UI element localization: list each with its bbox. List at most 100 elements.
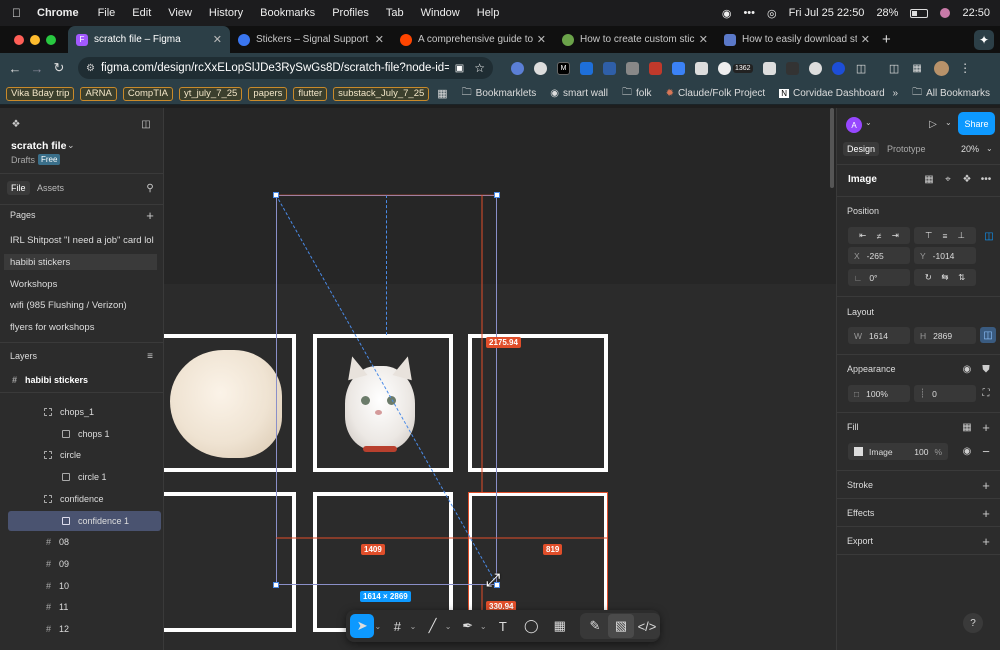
present-play-icon[interactable]: ▷ [925, 116, 941, 132]
user-avatar[interactable]: A [846, 117, 862, 133]
menu-window[interactable]: Window [421, 7, 460, 19]
chevron-down-icon[interactable]: ⌄ [445, 622, 452, 631]
bookmark-folder[interactable]: N Corvidae Dashboard [779, 88, 885, 99]
battery-icon[interactable] [910, 8, 929, 18]
menu-view[interactable]: View [168, 7, 192, 19]
line-tool-icon[interactable]: ╱ [420, 614, 444, 638]
bookmark-tag[interactable]: flutter [293, 86, 328, 101]
extension-icon[interactable] [695, 61, 708, 75]
add-export-icon[interactable]: + [978, 533, 994, 549]
figma-canvas[interactable]: 2175.94 1409 819 330.94 1614 × 2869 ⤢ [164, 108, 836, 650]
constraints-icon[interactable]: ◫ [981, 228, 997, 244]
align-bottom-icon[interactable]: ⊥ [958, 230, 965, 241]
fill-row[interactable]: Image 100 % [848, 443, 948, 460]
flip-vertical-icon[interactable]: ⇅ [958, 272, 965, 283]
menu-edit[interactable]: Edit [132, 7, 151, 19]
align-right-icon[interactable]: ⇥ [892, 230, 899, 241]
resize-handle[interactable] [273, 582, 279, 588]
collapse-layers-icon[interactable]: ≡ [142, 348, 158, 364]
chevron-down-icon[interactable]: ⌄ [986, 144, 993, 153]
bookmark-tag[interactable]: papers [248, 86, 288, 101]
flip-horizontal-icon[interactable]: ⇆ [941, 272, 948, 283]
profile-avatar-icon[interactable] [933, 60, 949, 76]
y-field[interactable]: Y -1014 [914, 247, 976, 264]
page-item[interactable]: IRL Shitpost "I need a job" card lol [10, 232, 157, 248]
tab-design[interactable]: Design [843, 142, 880, 156]
layer-row[interactable]: chops 1 [8, 424, 163, 444]
menu-help[interactable]: Help [477, 7, 500, 19]
chevron-down-icon[interactable]: ⌄ [410, 622, 417, 631]
opacity-field[interactable]: □ 100% [848, 385, 910, 402]
close-tab-icon[interactable]: ✕ [861, 33, 870, 46]
align-middle-icon[interactable]: ≡ [943, 231, 948, 241]
bookmark-star-icon[interactable]: ☆ [474, 61, 485, 75]
menu-profiles[interactable]: Profiles [332, 7, 369, 19]
stroke-title[interactable]: Stroke [847, 480, 873, 490]
extension-icon[interactable] [672, 61, 685, 75]
extension-icon[interactable] [626, 61, 639, 75]
medium-extension-icon[interactable]: M [557, 61, 570, 75]
menu-file[interactable]: File [98, 7, 116, 19]
layer-row[interactable]: #10 [8, 576, 163, 596]
all-bookmarks[interactable]: 🗀 All Bookmarks [912, 85, 990, 102]
align-left-icon[interactable]: ⇤ [859, 230, 866, 241]
frame-tool-icon[interactable]: # [385, 614, 409, 638]
menu-bookmarks[interactable]: Bookmarks [260, 7, 315, 19]
menu-tab[interactable]: Tab [386, 7, 404, 19]
move-tool-icon[interactable]: ➤ [350, 614, 375, 638]
component-icon[interactable]: ❖ [959, 171, 975, 187]
extension-icon[interactable] [603, 61, 616, 75]
align-center-icon[interactable]: ≠ [877, 231, 882, 241]
remove-fill-icon[interactable]: − [978, 443, 994, 459]
bookmark-tag[interactable]: substack_July_7_25 [333, 86, 430, 101]
layer-row[interactable]: #11 [8, 597, 163, 617]
layer-row[interactable]: #12 [8, 619, 163, 639]
menu-app-name[interactable]: Chrome [37, 7, 79, 19]
layer-row[interactable]: circle 1 [8, 467, 163, 487]
tab-download-sticker[interactable]: How to easily download stick ✕ [716, 26, 878, 53]
add-stroke-icon[interactable]: + [978, 477, 994, 493]
search-icon[interactable]: ⚲ [142, 180, 158, 196]
tab-reddit[interactable]: A comprehensive guide to fin ✕ [392, 26, 554, 53]
layer-row[interactable]: confidence [8, 489, 163, 509]
install-app-icon[interactable]: ▣ [455, 63, 464, 74]
bookmark-folder[interactable]: ◉ smart wall [550, 88, 608, 99]
bookmark-folder[interactable]: 🗀 Bookmarklets [462, 85, 537, 102]
add-page-icon[interactable]: + [142, 207, 158, 223]
puzzle-extensions-icon[interactable]: ◫ [855, 62, 868, 75]
chevron-down-icon[interactable]: ⌄ [67, 140, 75, 151]
align-top-icon[interactable]: ⊤ [925, 230, 932, 241]
tab-file[interactable]: File [7, 181, 30, 195]
dev-mode-icon[interactable]: </> [634, 614, 660, 638]
bookmark-tag[interactable]: Vika Bday trip [6, 86, 75, 101]
bookmark-tag[interactable]: ARNA [80, 86, 117, 101]
bookmark-tag[interactable]: CompTIA [122, 86, 173, 101]
extension-icon[interactable] [511, 61, 524, 75]
bookmark-tag[interactable]: yt_july_7_25 [178, 86, 243, 101]
layer-row-selected[interactable]: confidence 1 [8, 511, 161, 531]
blend-mode-icon[interactable]: ⛊ [978, 361, 994, 377]
apple-icon[interactable]:  [12, 6, 21, 20]
layer-row[interactable]: chops_1 [8, 402, 163, 422]
comment-tool-icon[interactable]: ◯ [519, 614, 543, 638]
close-tab-icon[interactable]: ✕ [213, 33, 222, 46]
extension-icon[interactable] [785, 61, 799, 75]
chevron-down-icon[interactable]: ⌄ [865, 118, 872, 127]
eye-icon[interactable]: ◉ [959, 443, 975, 459]
sidebar-icon[interactable]: ◫ [888, 62, 901, 75]
layer-row[interactable]: #09 [8, 554, 163, 574]
resize-handle[interactable] [494, 192, 500, 198]
tab-groups-icon[interactable]: ▦ [437, 87, 447, 100]
chevron-down-icon[interactable]: ⌄ [374, 622, 381, 631]
add-fill-icon[interactable]: + [978, 419, 994, 435]
extension-icon[interactable] [718, 61, 731, 75]
forward-icon[interactable]: → [26, 61, 48, 76]
bookmark-folder[interactable]: 🗀 folk [622, 85, 652, 102]
menubar-date[interactable]: Fri Jul 25 22:50 [789, 7, 865, 19]
page-item[interactable]: Workshops [10, 276, 157, 292]
chevron-down-icon[interactable]: ⌄ [945, 118, 952, 127]
figma-main-menu-icon[interactable]: ❖ [8, 116, 24, 132]
pen-tool-icon[interactable]: ✒ [455, 614, 479, 638]
text-tool-icon[interactable]: T [491, 614, 515, 638]
back-icon[interactable]: ← [4, 61, 26, 76]
